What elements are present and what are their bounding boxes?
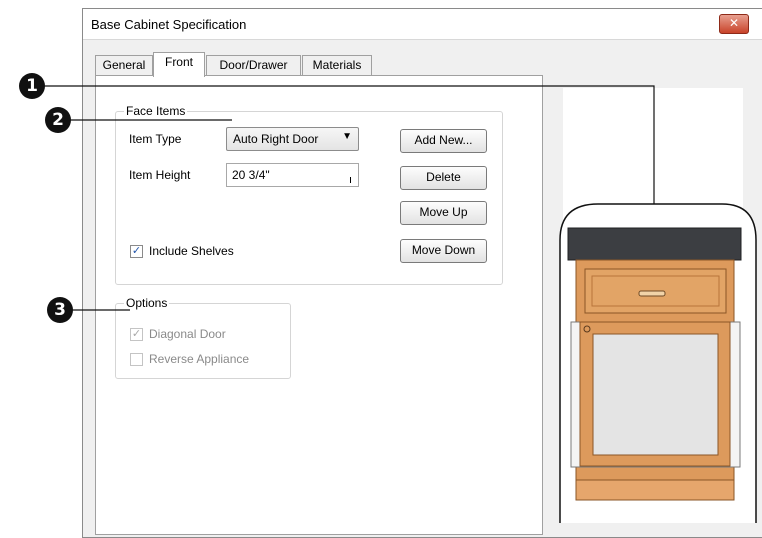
cabinet-drawing <box>567 227 742 501</box>
toe-kick <box>575 479 735 501</box>
drawer-handle <box>638 290 666 297</box>
callout-1-badge: 1 <box>19 73 45 99</box>
callout-3-badge: 3 <box>47 297 73 323</box>
annotation-overlay <box>44 85 757 523</box>
door-panel <box>592 333 719 456</box>
countertop <box>567 227 742 261</box>
callout-2-badge: 2 <box>45 107 71 133</box>
tab-front[interactable]: Front <box>153 52 205 77</box>
callout-1-leader <box>44 85 655 208</box>
